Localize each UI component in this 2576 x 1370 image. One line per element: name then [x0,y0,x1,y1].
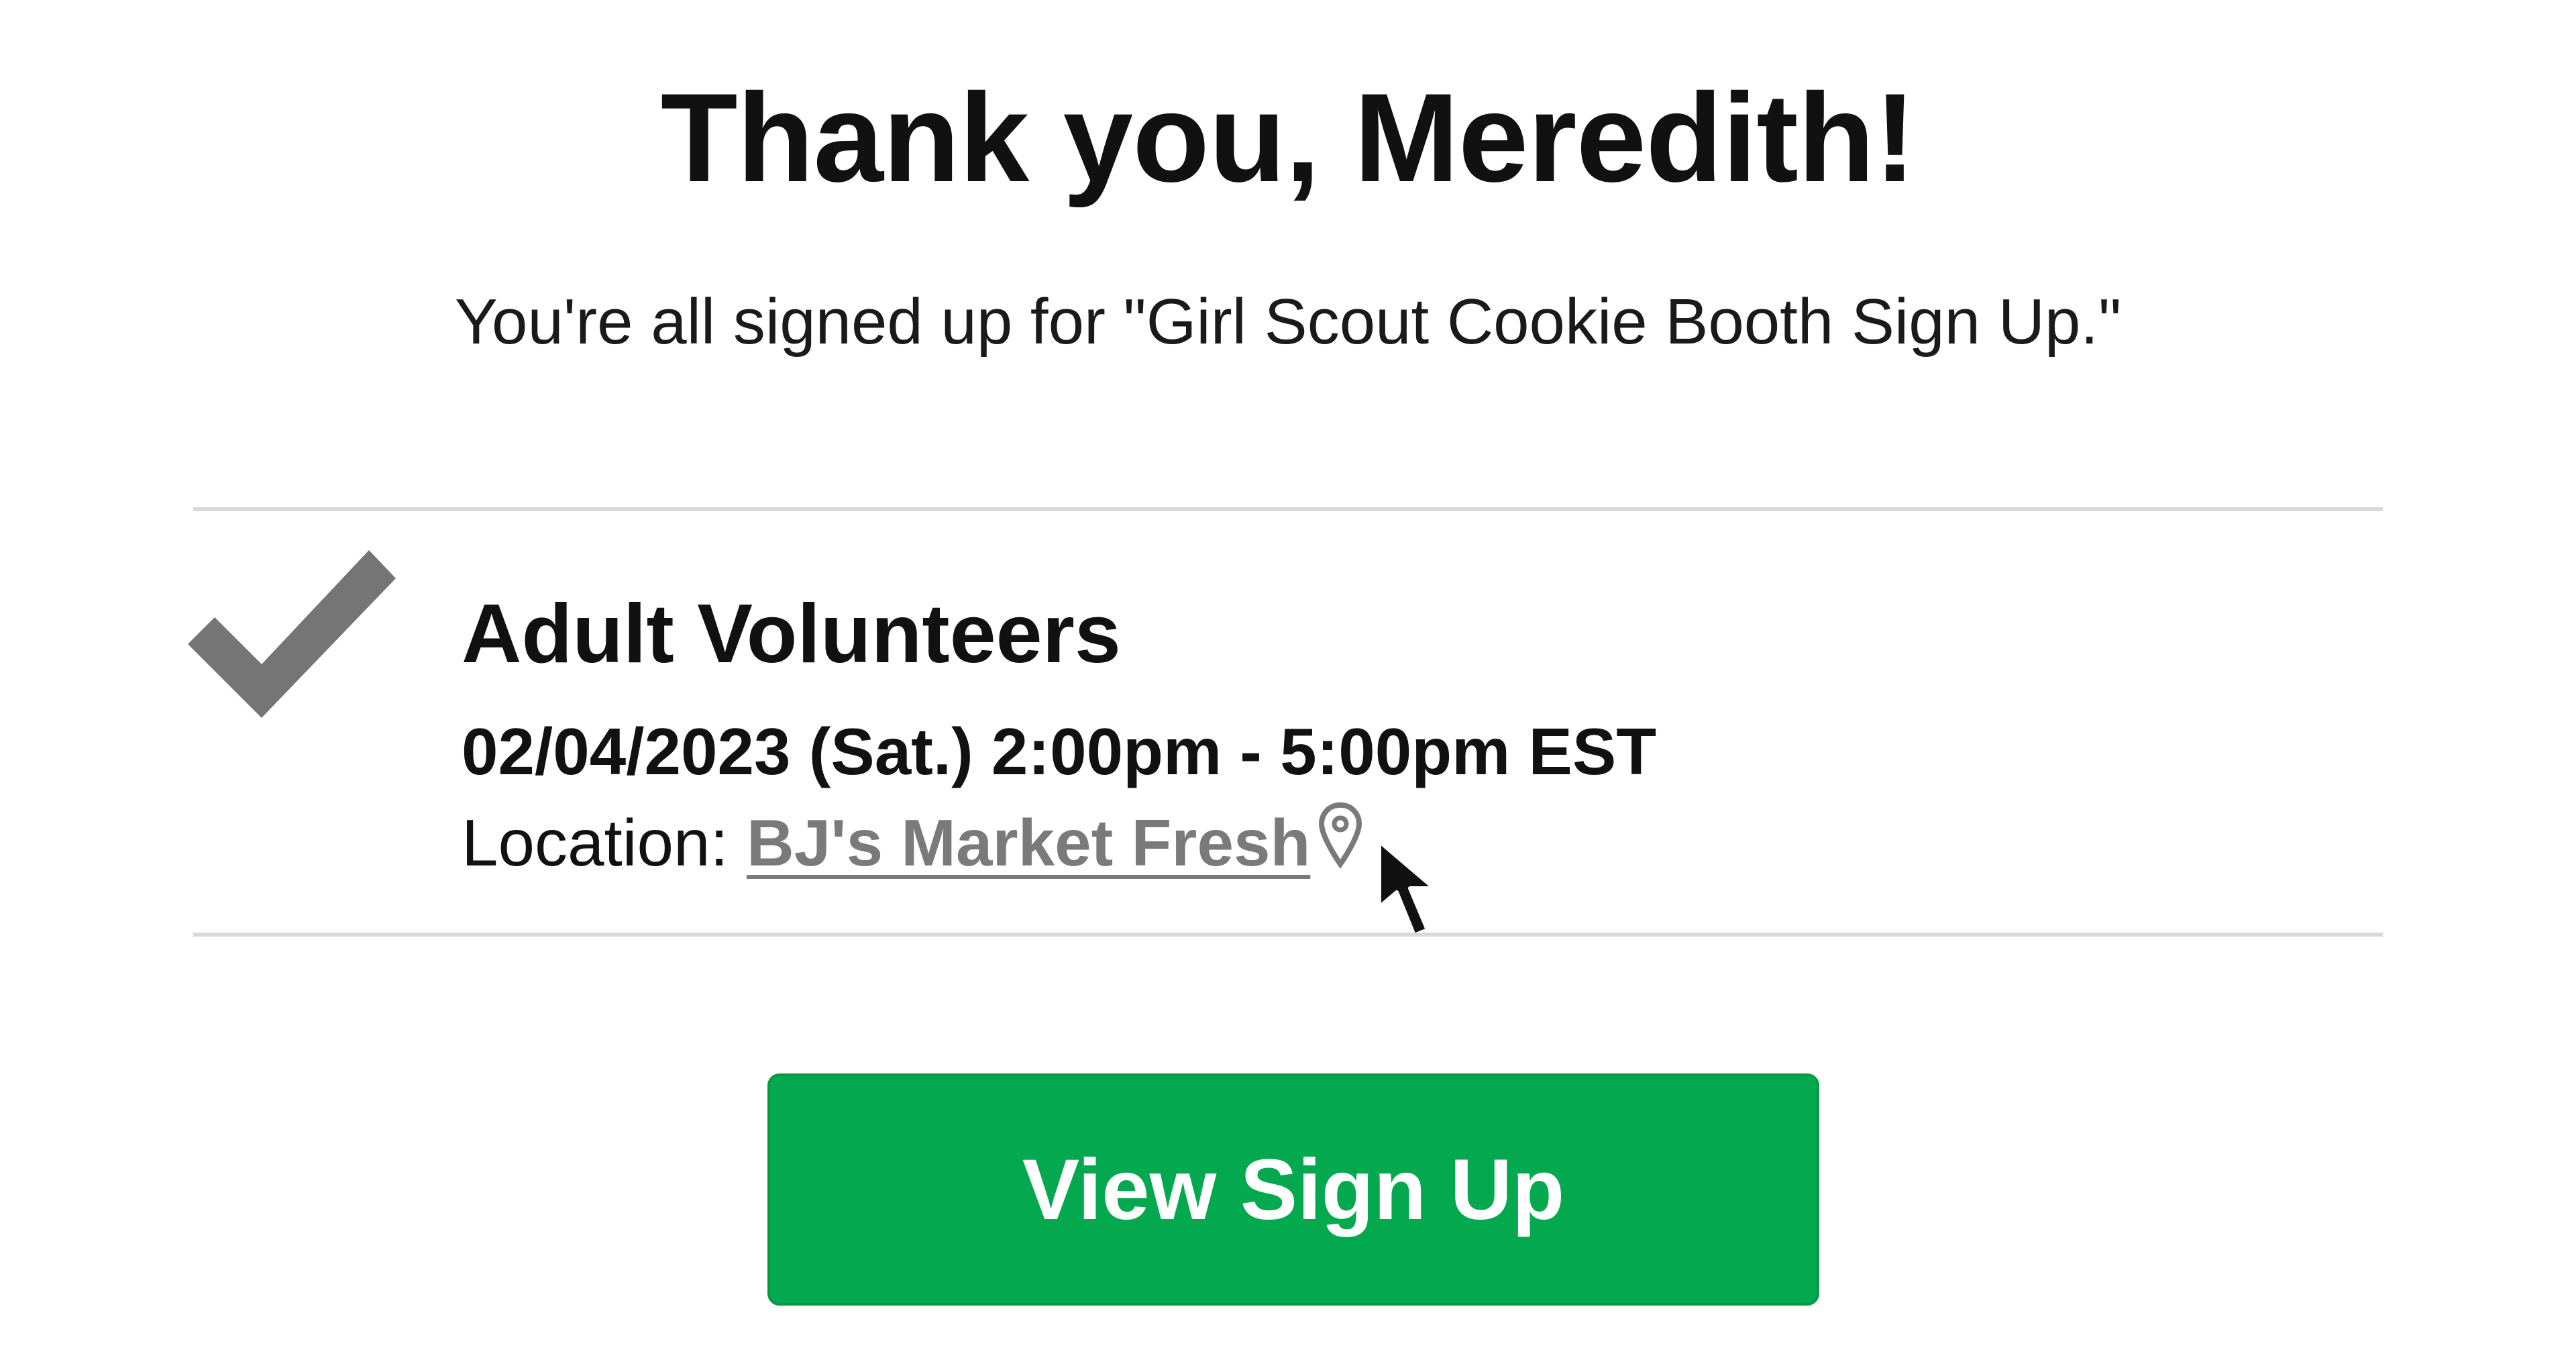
checkmark-icon [188,550,396,718]
divider-bottom [193,933,2383,937]
page-title: Thank you, Meredith! [660,67,1917,208]
slot-location: Location: BJ's Market Fresh [462,802,1310,883]
view-sign-up-button[interactable]: View Sign Up [767,1073,1819,1306]
signup-confirmation-page: Thank you, Meredith! You're all signed u… [0,0,2576,1370]
divider-top [193,507,2383,511]
location-label: Location: [462,806,729,880]
slot-datetime: 02/04/2023 (Sat.) 2:00pm - 5:00pm EST [462,715,1657,788]
confirmation-message: You're all signed up for "Girl Scout Coo… [454,286,2122,358]
map-pin-icon[interactable] [1319,802,1362,870]
slot-title: Adult Volunteers [462,588,1121,680]
mouse-cursor-icon [1377,839,1436,937]
location-link[interactable]: BJ's Market Fresh [747,806,1310,880]
